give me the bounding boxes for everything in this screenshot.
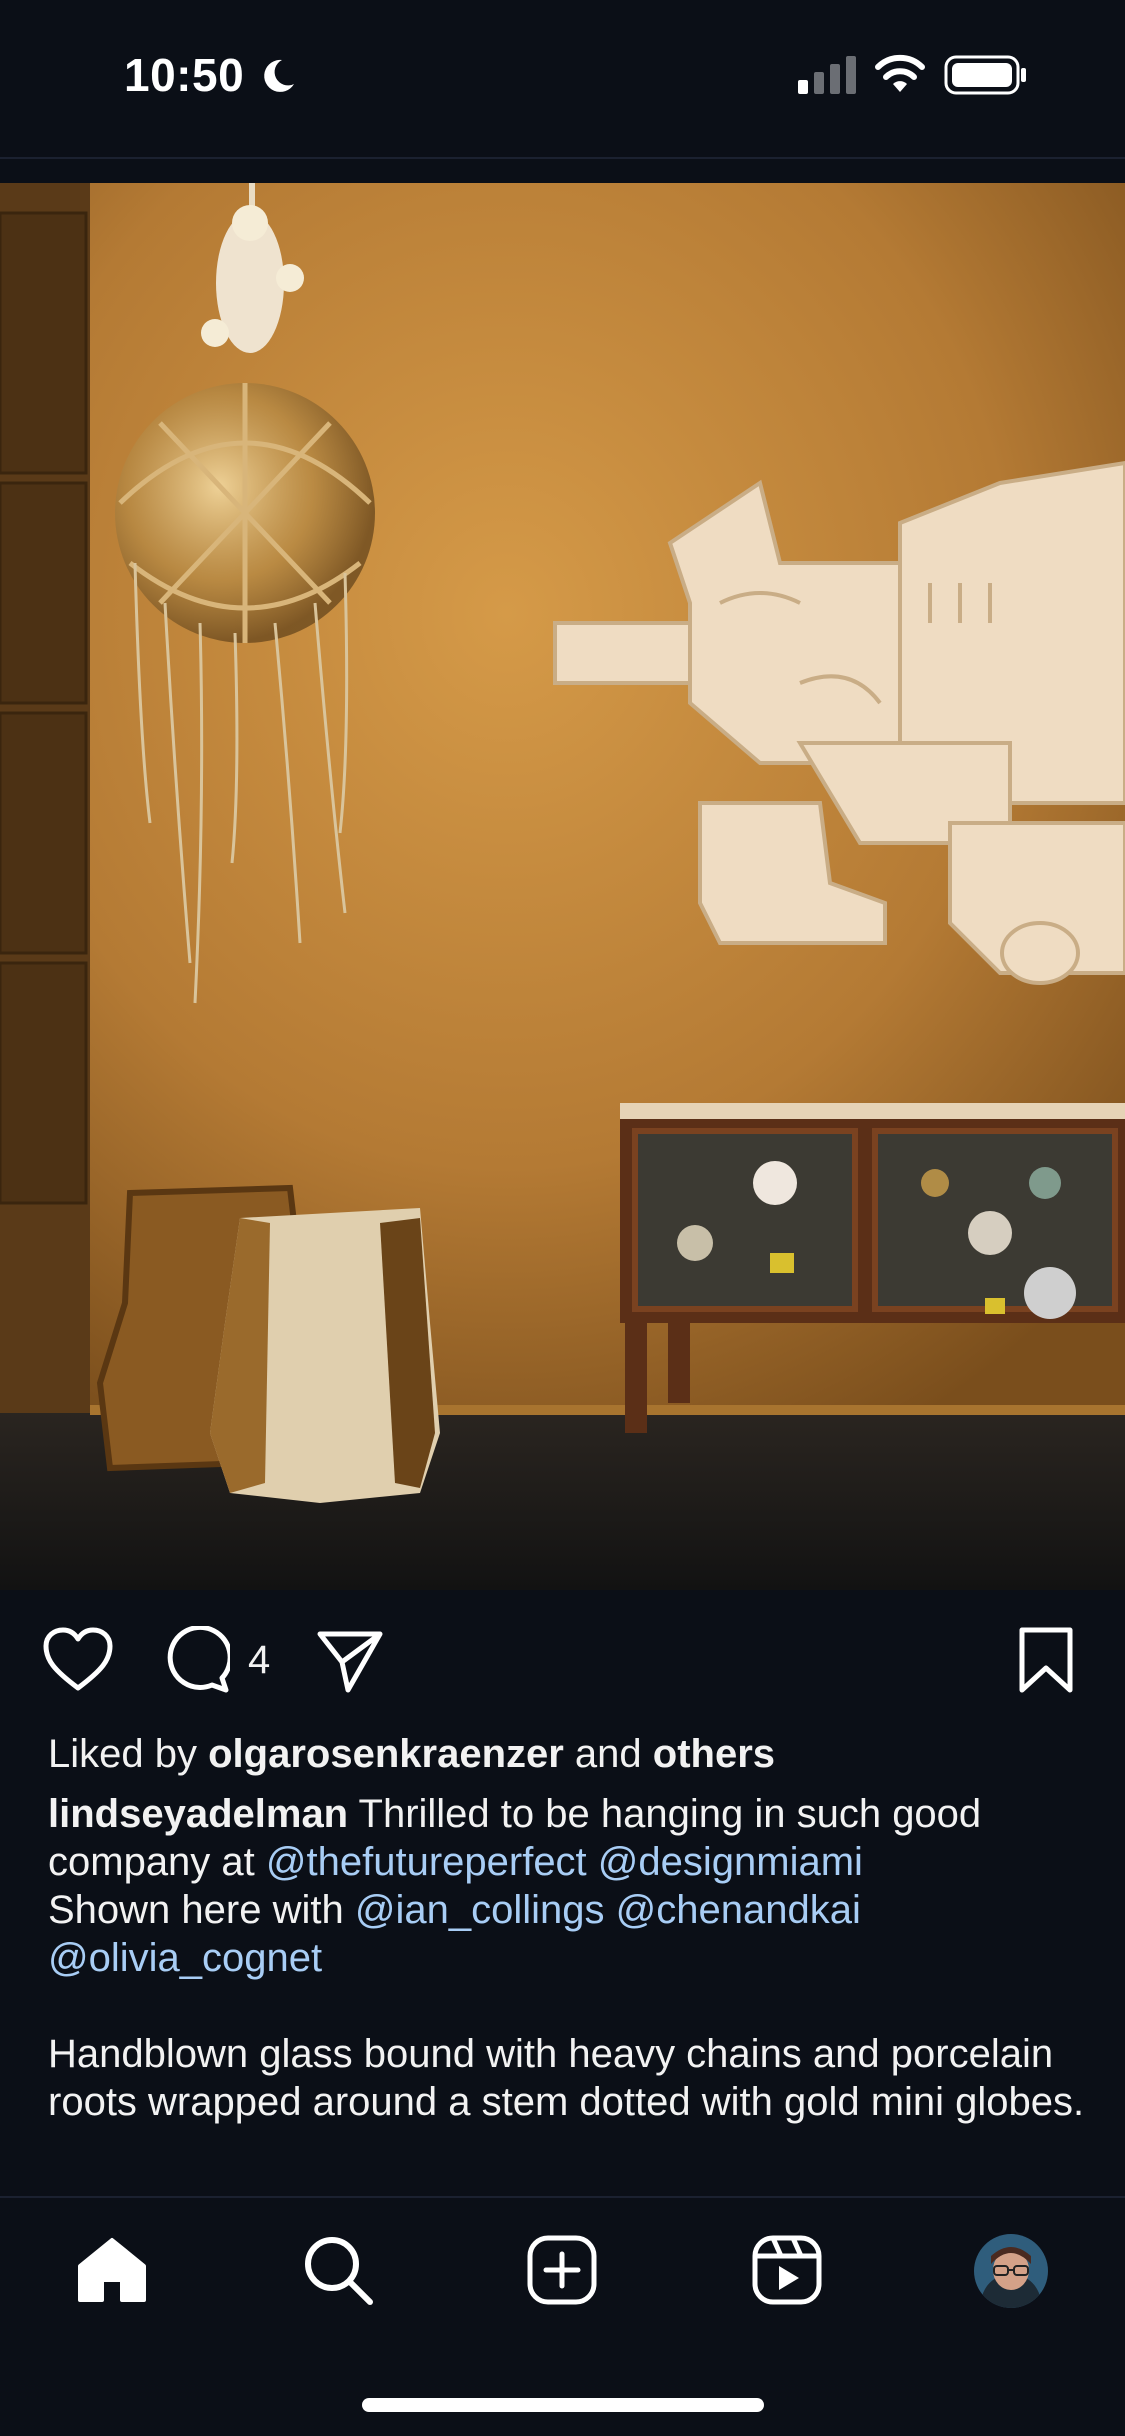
status-bar: 10:50	[0, 0, 1125, 150]
wifi-icon	[875, 54, 925, 92]
instagram-post-screen: 10:50 4 Liked by olgarosenkraenzer and o…	[0, 0, 1125, 2436]
bookmark-icon[interactable]	[1016, 1626, 1076, 1694]
moon-icon	[264, 59, 294, 92]
mention-olivia-cognet[interactable]: @olivia_cognet	[48, 1936, 322, 1980]
profile-avatar[interactable]	[974, 2234, 1048, 2308]
battery-icon	[944, 55, 1026, 95]
post-photo-illustration	[0, 183, 1125, 1590]
caption-text-part2: Shown here with	[48, 1888, 355, 1932]
create-icon[interactable]	[526, 2234, 598, 2306]
caption-text: lindseyadelman Thrilled to be hanging in…	[48, 1790, 1088, 1982]
mention-designmiami[interactable]: @designmiami	[598, 1840, 863, 1884]
reels-icon[interactable]	[751, 2234, 823, 2306]
mention-thefutureperfect[interactable]: @thefutureperfect	[266, 1840, 587, 1884]
liked-by-user-link[interactable]: olgarosenkraenzer	[208, 1732, 564, 1776]
mention-ian-collings[interactable]: @ian_collings	[355, 1888, 605, 1932]
signal-icon	[798, 56, 856, 94]
heart-icon[interactable]	[42, 1626, 114, 1692]
caption-author-link[interactable]: lindseyadelman	[48, 1792, 348, 1836]
post-caption-area: Liked by olgarosenkraenzer and others li…	[48, 1730, 1088, 2126]
mention-chenandkai[interactable]: @chenandkai	[616, 1888, 861, 1932]
status-time: 10:50	[124, 49, 245, 101]
liked-by-line[interactable]: Liked by olgarosenkraenzer and others	[48, 1730, 1088, 1778]
paper-plane-icon[interactable]	[316, 1628, 384, 1694]
liked-by-others-link[interactable]: others	[653, 1732, 775, 1776]
post-photo[interactable]	[0, 183, 1125, 1590]
post-action-bar: 4	[0, 1620, 1125, 1710]
caption-paragraph-2: Handblown glass bound with heavy chains …	[48, 2032, 1085, 2124]
liked-by-prefix: Liked by	[48, 1732, 209, 1776]
home-icon[interactable]	[76, 2234, 148, 2306]
home-indicator[interactable]	[362, 2398, 764, 2412]
comment-icon[interactable]	[162, 1626, 230, 1694]
header-divider	[0, 157, 1125, 159]
search-icon[interactable]	[302, 2234, 374, 2306]
avatar-illustration	[974, 2234, 1048, 2308]
comment-count[interactable]: 4	[248, 1638, 270, 1683]
liked-by-and: and	[563, 1732, 653, 1776]
